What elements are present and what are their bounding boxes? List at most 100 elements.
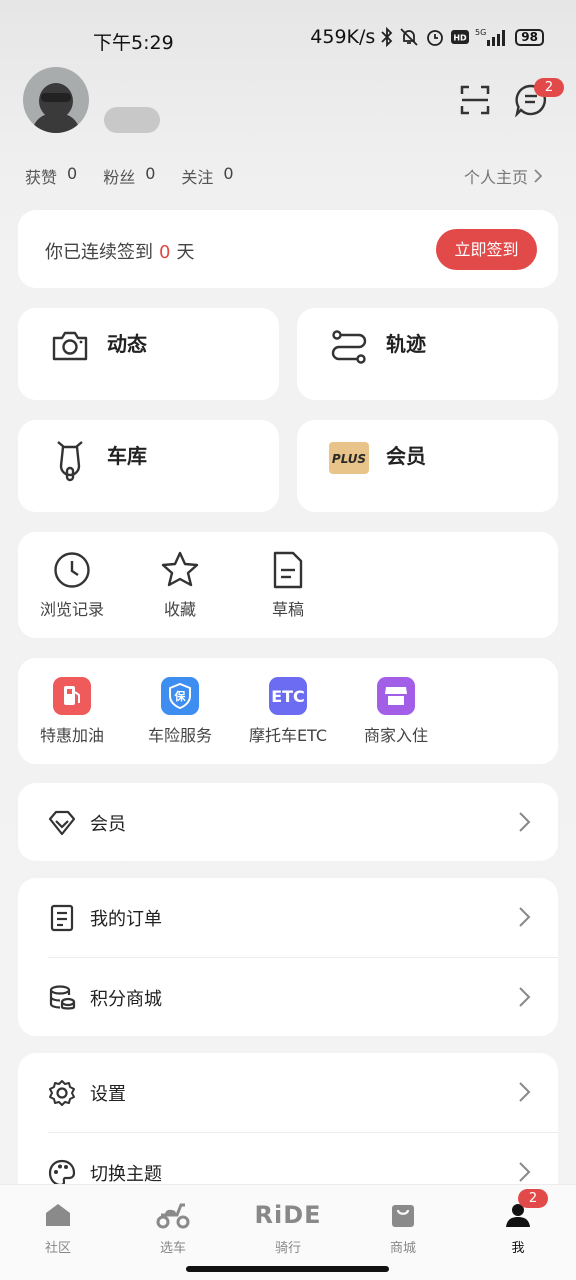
tab-ride[interactable]: RiDE 骑行 [248, 1199, 328, 1256]
tile-membership[interactable]: PLUS 会员 [297, 420, 558, 512]
insurance-icon: 保 [160, 676, 200, 716]
plus-badge-icon: PLUS [329, 442, 369, 474]
scan-icon[interactable] [459, 84, 491, 116]
menu-label: 积分商城 [90, 989, 162, 1010]
tile-tracks[interactable]: 轨迹 [297, 308, 558, 400]
star-icon [160, 550, 200, 590]
home-indicator[interactable] [186, 1266, 389, 1272]
service-etc[interactable]: ETC 摩托车ETC [234, 676, 342, 746]
tile-label: 车库 [107, 444, 147, 468]
scooter-icon [133, 1199, 213, 1231]
etc-icon: ETC [268, 676, 308, 716]
shortcut-drafts[interactable]: 草稿 [234, 550, 342, 620]
tab-mall[interactable]: 商城 [363, 1199, 443, 1256]
orders-menu-card: 我的订单 积分商城 [18, 878, 558, 1036]
tab-label: 社区 [44, 1241, 71, 1256]
homepage-link[interactable]: 个人主页 [464, 164, 542, 188]
stat-following[interactable]: 关注 0 [181, 164, 233, 188]
signal-icon: 5G [475, 27, 509, 47]
order-list-icon [48, 904, 76, 932]
tab-label: 骑行 [274, 1241, 301, 1256]
mute-bell-icon [399, 27, 419, 47]
svg-text:HD: HD [454, 34, 468, 43]
shortcuts-card: 浏览记录 收藏 草稿 [18, 532, 558, 638]
stat-label: 粉丝 [103, 168, 136, 187]
services-card: 特惠加油 保 车险服务 ETC 摩托车ETC 商家入住 [18, 658, 558, 764]
stat-value: 0 [67, 164, 78, 183]
tile-posts[interactable]: 动态 [18, 308, 279, 400]
tile-label: 动态 [107, 332, 147, 356]
service-label: 特惠加油 [39, 726, 104, 745]
stat-label: 获赞 [25, 168, 58, 187]
tile-label: 轨迹 [386, 332, 426, 356]
clock-icon [52, 550, 92, 590]
plus-badge-text: PLUS [332, 452, 366, 466]
chevron-right-icon [519, 1082, 531, 1102]
shortcut-label: 收藏 [163, 600, 196, 619]
checkin-suffix: 天 [176, 242, 195, 263]
menu-row-settings[interactable]: 设置 [18, 1053, 558, 1133]
shortcut-history[interactable]: 浏览记录 [18, 550, 126, 620]
username-placeholder [104, 107, 160, 133]
stat-likes[interactable]: 获赞 0 [25, 164, 77, 188]
avatar[interactable] [23, 67, 89, 133]
checkin-days: 0 [159, 242, 171, 263]
chevron-right-icon [519, 812, 531, 832]
service-label: 车险服务 [147, 726, 212, 745]
bluetooth-icon [381, 27, 393, 47]
tile-garage[interactable]: 车库 [18, 420, 279, 512]
shortcut-favorites[interactable]: 收藏 [126, 550, 234, 620]
service-merchant[interactable]: 商家入住 [342, 676, 450, 746]
shop-icon [376, 676, 416, 716]
profile-badge: 2 [518, 1189, 548, 1208]
route-icon [329, 326, 369, 366]
gear-icon [48, 1079, 76, 1107]
service-insurance[interactable]: 保 车险服务 [126, 676, 234, 746]
stat-label: 关注 [181, 168, 214, 187]
service-fuel[interactable]: 特惠加油 [18, 676, 126, 746]
coins-icon [48, 984, 76, 1012]
network-speed: 459K/s [310, 26, 376, 48]
camera-icon [50, 326, 90, 366]
chevron-right-icon [519, 987, 531, 1007]
chevron-right-icon [534, 169, 542, 183]
checkin-button[interactable]: 立即签到 [436, 229, 537, 270]
svg-text:5G: 5G [475, 28, 486, 37]
chevron-right-icon [519, 907, 531, 927]
service-label: 商家入住 [363, 726, 428, 745]
stat-fans[interactable]: 粉丝 0 [103, 164, 155, 188]
scooter-icon [50, 438, 90, 482]
menu-row-member[interactable]: 会员 [18, 783, 558, 863]
status-icons: 459K/s HD 5G 98 [310, 26, 544, 48]
diamond-icon [48, 809, 76, 837]
document-icon [268, 550, 308, 590]
menu-row-points-mall[interactable]: 积分商城 [18, 958, 558, 1038]
stat-value: 0 [145, 164, 156, 183]
menu-row-orders[interactable]: 我的订单 [18, 878, 558, 958]
checkin-card: 你已连续签到 0 天 立即签到 [18, 210, 558, 288]
message-badge: 2 [534, 78, 564, 97]
member-menu-card: 会员 [18, 783, 558, 861]
checkin-text: 你已连续签到 0 天 [45, 238, 194, 264]
tile-label: 会员 [386, 444, 426, 468]
battery-indicator: 98 [515, 28, 544, 46]
status-time: 下午5:29 [93, 32, 174, 54]
hd-icon: HD [451, 30, 470, 44]
bag-icon [363, 1199, 443, 1231]
menu-label: 设置 [90, 1084, 126, 1105]
tab-label: 商城 [389, 1241, 416, 1256]
insurance-icon-text: 保 [174, 689, 187, 703]
stats-row: 获赞 0 粉丝 0 关注 0 [25, 164, 234, 188]
ride-logo: RiDE [248, 1199, 328, 1231]
tab-me[interactable]: 我 [478, 1199, 558, 1256]
menu-label: 会员 [90, 814, 126, 835]
tab-choose-car[interactable]: 选车 [133, 1199, 213, 1256]
palette-icon [48, 1159, 76, 1187]
menu-label: 切换主题 [90, 1164, 162, 1185]
menu-label: 我的订单 [90, 909, 162, 930]
chevron-right-icon [519, 1162, 531, 1182]
fuel-icon [52, 676, 92, 716]
tab-community[interactable]: 社区 [18, 1199, 98, 1256]
alarm-icon [425, 27, 445, 47]
shortcut-label: 草稿 [271, 600, 304, 619]
